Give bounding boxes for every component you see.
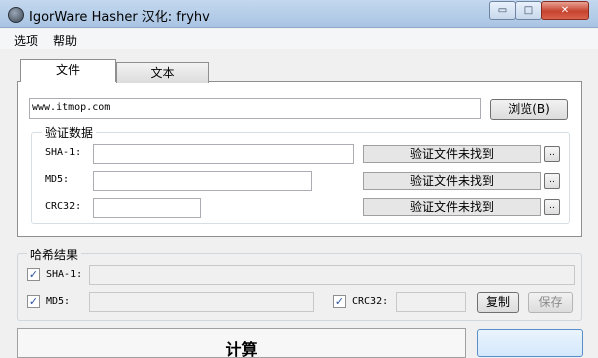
verify-group-title: 验证数据 bbox=[42, 124, 97, 141]
verify-crc32-label: CRC32: bbox=[45, 201, 82, 212]
result-sha1-label: SHA-1: bbox=[46, 269, 83, 280]
md5-checkbox[interactable]: ✓ bbox=[27, 295, 40, 308]
sha1-checkbox[interactable]: ✓ bbox=[27, 268, 40, 281]
results-group-title: 哈希结果 bbox=[27, 246, 82, 263]
result-md5-field[interactable] bbox=[89, 292, 314, 312]
close-button[interactable]: ✕ bbox=[541, 1, 589, 20]
menu-help[interactable]: 帮助 bbox=[53, 32, 77, 49]
result-crc32-field[interactable] bbox=[396, 292, 466, 312]
verify-md5-label: MD5: bbox=[45, 174, 70, 185]
menu-options[interactable]: 选项 bbox=[14, 32, 38, 49]
secondary-button[interactable] bbox=[477, 329, 583, 357]
result-md5-label: MD5: bbox=[46, 296, 71, 307]
verify-md5-input[interactable] bbox=[93, 171, 312, 191]
copy-button[interactable]: 复制 bbox=[477, 292, 519, 313]
menu-bar bbox=[0, 29, 598, 49]
tab-file[interactable]: 文件 bbox=[20, 59, 116, 82]
verify-sha1-input[interactable] bbox=[93, 144, 354, 164]
verify-md5-status: 验证文件未找到 bbox=[363, 172, 541, 190]
minimize-button[interactable]: ▭ bbox=[489, 1, 516, 20]
verify-crc32-status: 验证文件未找到 bbox=[363, 198, 541, 216]
result-sha1-field[interactable] bbox=[89, 265, 575, 285]
window-title: IgorWare Hasher 汉化: fryhv bbox=[29, 10, 210, 25]
verify-md5-browse-button[interactable]: .. bbox=[544, 173, 560, 189]
verify-sha1-browse-button[interactable]: .. bbox=[544, 146, 560, 162]
crc32-checkbox[interactable]: ✓ bbox=[333, 295, 346, 308]
verify-crc32-input[interactable] bbox=[93, 198, 201, 218]
tab-text[interactable]: 文本 bbox=[116, 62, 209, 83]
result-crc32-label: CRC32: bbox=[352, 296, 389, 307]
file-path-input[interactable]: www.itmop.com bbox=[29, 98, 481, 119]
verify-sha1-label: SHA-1: bbox=[45, 147, 82, 158]
verify-sha1-status: 验证文件未找到 bbox=[363, 145, 541, 163]
maximize-button[interactable]: □ bbox=[515, 1, 542, 20]
app-icon bbox=[8, 7, 24, 23]
browse-button[interactable]: 浏览(B) bbox=[490, 99, 568, 120]
save-button[interactable]: 保存 bbox=[528, 292, 573, 313]
calculate-button-label: 计算 bbox=[225, 340, 258, 358]
verify-crc32-browse-button[interactable]: .. bbox=[544, 199, 560, 215]
